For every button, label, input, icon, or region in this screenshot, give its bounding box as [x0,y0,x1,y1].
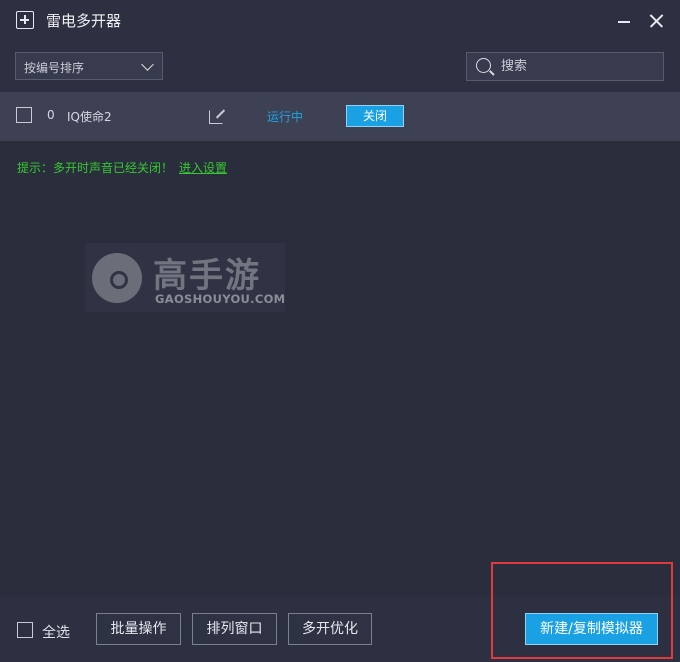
search-icon [476,58,491,73]
search-input[interactable] [501,56,651,76]
watermark: 高手游 GAOSHOUYOU.COM [85,243,285,312]
sort-dropdown[interactable]: 按编号排序 [15,52,163,80]
instance-status: 运行中 [267,110,304,124]
sound-tip: 提示：多开时声音已经关闭！ [17,161,174,175]
sort-dropdown-label: 按编号排序 [24,61,85,75]
instance-index: 0 [47,108,55,122]
watermark-brand: 高手游 [153,256,261,296]
edit-icon[interactable] [209,108,225,124]
highlight-box [491,562,673,659]
window-title: 雷电多开器 [46,12,122,30]
watermark-logo-icon [92,253,142,303]
close-window-button[interactable] [643,8,669,34]
multi-optimize-button[interactable]: 多开优化 [288,613,372,645]
instance-name: IQ使命2 [67,110,112,124]
chevron-down-icon [141,58,154,71]
app-add-icon [16,11,34,29]
select-all-label: 全选 [42,625,70,641]
batch-operation-button[interactable]: 批量操作 [96,613,181,645]
instance-close-button[interactable]: 关闭 [346,105,404,127]
settings-link[interactable]: 进入设置 [179,159,227,176]
select-all-checkbox[interactable] [17,622,33,638]
search-box[interactable] [466,52,664,81]
instance-checkbox[interactable] [16,107,32,123]
minimize-button[interactable] [611,8,637,34]
watermark-domain: GAOSHOUYOU.COM [155,292,286,306]
arrange-windows-button[interactable]: 排列窗口 [192,613,277,645]
